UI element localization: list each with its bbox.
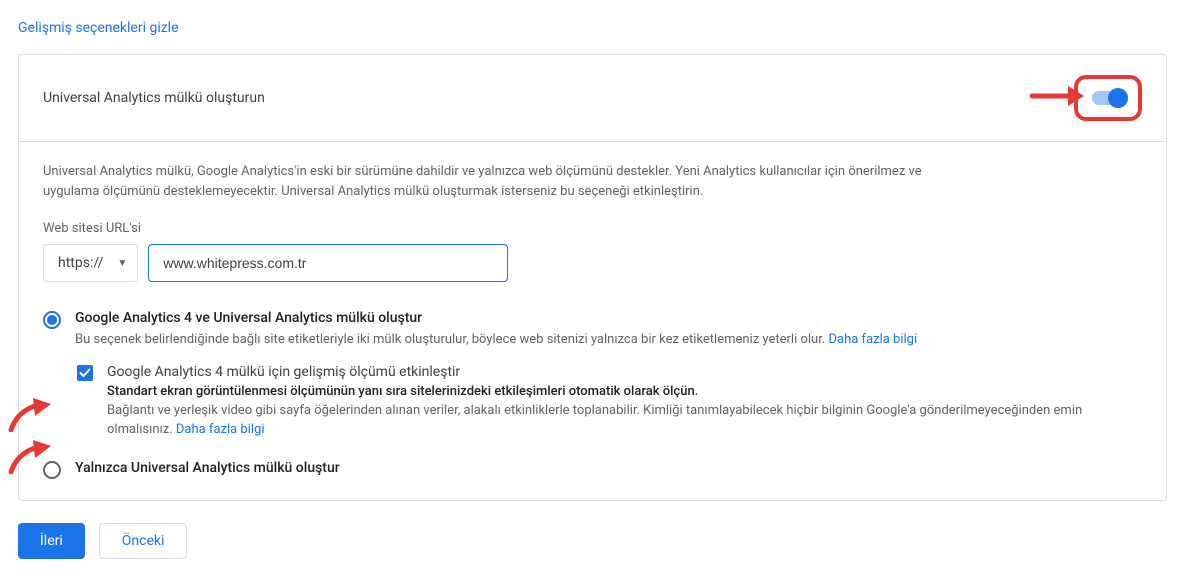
radio-both-sub: Bu seçenek belirlendiğinde bağlı site et… (75, 330, 1142, 350)
learn-more-both[interactable]: Daha fazla bilgi (829, 332, 918, 347)
learn-more-enhanced[interactable]: Daha fazla bilgi (176, 422, 265, 437)
chevron-down-icon: ▼ (117, 258, 127, 269)
panel-title: Universal Analytics mülkü oluşturun (43, 90, 265, 106)
radio-ua-only-label: Yalnızca Universal Analytics mülkü oluşt… (75, 460, 1142, 476)
hide-advanced-link[interactable]: Gelişmiş seçenekleri gizle (18, 20, 179, 36)
enhanced-checkbox[interactable] (77, 365, 93, 381)
radio-option-both: Google Analytics 4 ve Universal Analytic… (43, 310, 1142, 440)
toggle-highlight (1074, 75, 1142, 121)
annotation-arrow-toggle (1030, 84, 1084, 112)
enhanced-bold: Standart ekran görüntülenmesi ölçümünün … (107, 384, 1142, 399)
panel-header: Universal Analytics mülkü oluşturun (19, 55, 1166, 142)
protocol-value: https:// (58, 255, 103, 271)
radio-option-ua-only: Yalnızca Universal Analytics mülkü oluşt… (43, 460, 1142, 480)
protocol-select[interactable]: https:// ▼ (43, 244, 138, 282)
radio-ua-only[interactable] (43, 461, 61, 479)
url-row: https:// ▼ (43, 244, 1142, 282)
url-field-label: Web sitesi URL'si (43, 221, 1142, 236)
next-button[interactable]: İleri (18, 523, 85, 560)
radio-both-content: Google Analytics 4 ve Universal Analytic… (75, 310, 1142, 350)
radio-both[interactable] (43, 311, 61, 329)
nav-buttons: İleri Önceki (18, 523, 1167, 560)
enhanced-sub: Bağlantı ve yerleşik video gibi sayfa öğ… (107, 401, 1142, 440)
enhanced-checkbox-row: Google Analytics 4 mülkü için gelişmiş ö… (77, 364, 1142, 440)
toggle-knob (1108, 88, 1128, 108)
prev-button[interactable]: Önceki (99, 523, 188, 560)
panel-description: Universal Analytics mülkü, Google Analyt… (43, 162, 943, 201)
ua-panel: Universal Analytics mülkü oluşturun (18, 54, 1167, 501)
url-input[interactable] (148, 244, 508, 282)
enhanced-label: Google Analytics 4 mülkü için gelişmiş ö… (107, 364, 1142, 380)
radio-group: Google Analytics 4 ve Universal Analytic… (43, 310, 1142, 480)
panel-body: Universal Analytics mülkü, Google Analyt… (19, 142, 1166, 500)
radio-both-label: Google Analytics 4 ve Universal Analytic… (75, 310, 1142, 326)
check-icon (78, 366, 92, 380)
enhanced-content: Google Analytics 4 mülkü için gelişmiş ö… (107, 364, 1142, 440)
ua-toggle[interactable] (1092, 91, 1124, 105)
